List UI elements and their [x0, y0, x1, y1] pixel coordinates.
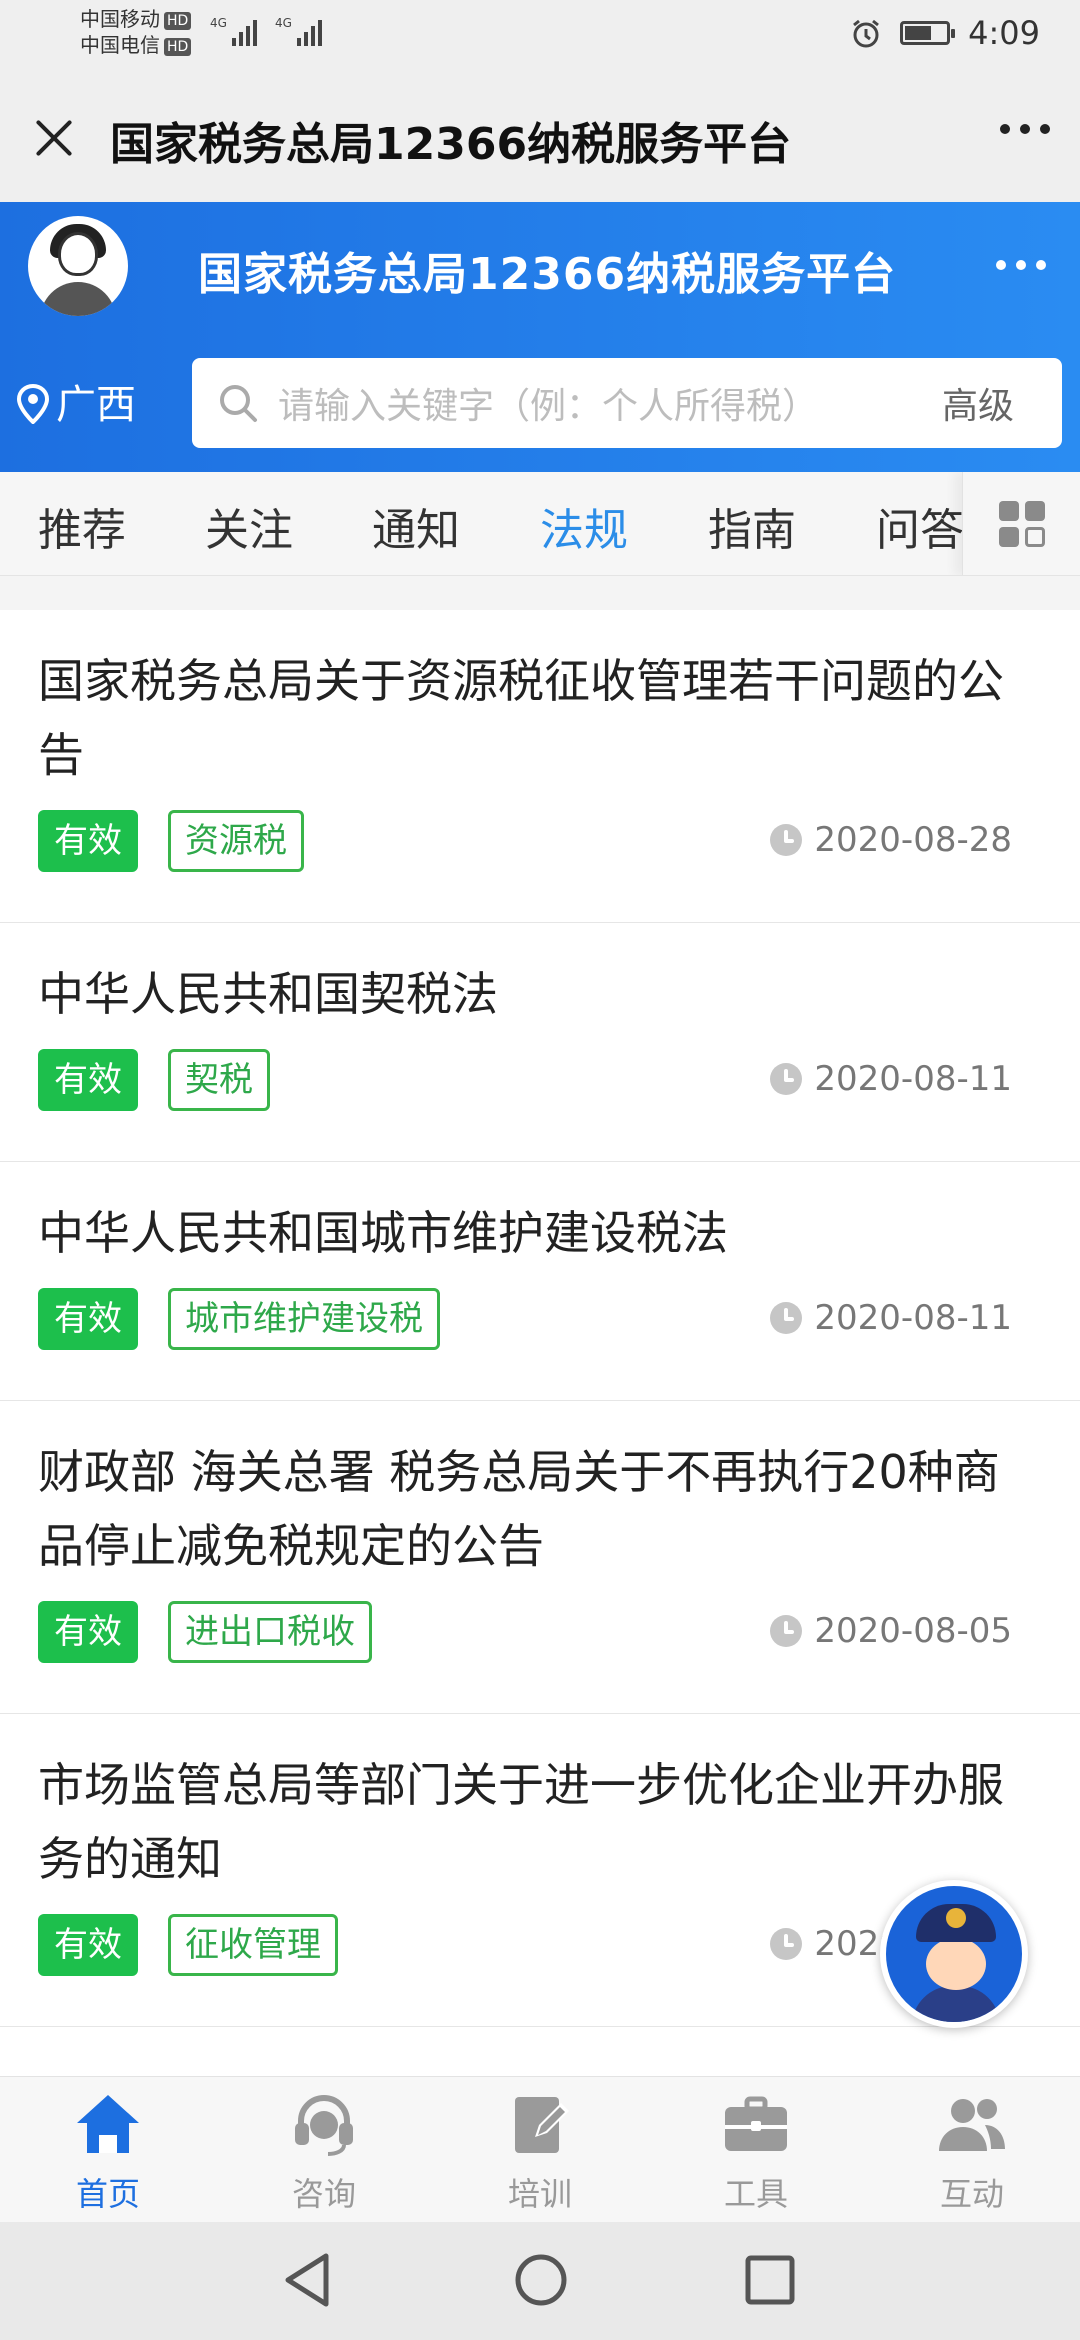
status-badge: 有效: [38, 1049, 138, 1111]
tab-follow[interactable]: 关注: [205, 494, 293, 558]
search-input[interactable]: 请输入关键字（例：个人所得税）: [278, 377, 932, 429]
app-header: 国家税务总局12366纳税服务平台 广西 请输入关键字（例：个人所得税） 高级: [0, 202, 1080, 472]
back-icon[interactable]: [282, 2252, 332, 2308]
tab-qa[interactable]: 问答: [876, 494, 964, 558]
signal-icon: 4G: [210, 16, 257, 46]
tab-recommend[interactable]: 推荐: [38, 494, 126, 558]
item-date: 2020-08-11: [814, 1059, 1012, 1099]
signal-icons: 4G 4G: [210, 16, 322, 46]
hd-badge-2: HD: [164, 37, 192, 56]
tag-badge[interactable]: 城市维护建设税: [168, 1288, 440, 1350]
nav-training[interactable]: 培训: [470, 2091, 610, 2215]
clock-icon: [770, 824, 803, 856]
briefcase-icon: [725, 2096, 787, 2151]
category-tabs: 推荐 关注 通知 法规 指南 问答: [0, 472, 1080, 576]
network-type: 4G: [210, 16, 227, 30]
bottom-nav: 首页 咨询 培训 工具 互动: [0, 2076, 1080, 2222]
clock-icon: [770, 1063, 803, 1095]
list-item[interactable]: 中华人民共和国契税法 有效 契税 2020-08-11: [0, 923, 1080, 1162]
clock-icon: [770, 1928, 803, 1960]
grid-menu-icon[interactable]: [962, 472, 1080, 575]
search-bar[interactable]: 请输入关键字（例：个人所得税） 高级: [192, 358, 1062, 448]
list-item[interactable]: 国家税务总局关于资源税征收管理若干问题的公告 有效 资源税 2020-08-28: [0, 610, 1080, 923]
header-more-icon[interactable]: [996, 260, 1046, 270]
network-type: 4G: [274, 16, 292, 30]
tag-badge[interactable]: 资源税: [168, 810, 304, 872]
nav-label: 培训: [507, 2175, 572, 2213]
clock-time: 4:09: [968, 14, 1040, 52]
alarm-icon: [853, 19, 880, 48]
item-date: 2020-08-05: [814, 1611, 1012, 1651]
nav-interact[interactable]: 互动: [902, 2091, 1042, 2215]
edit-icon: [515, 2097, 569, 2153]
tab-notice[interactable]: 通知: [372, 494, 460, 558]
tab-guide[interactable]: 指南: [708, 494, 796, 558]
hd-badge-1: HD: [164, 11, 192, 30]
clock-icon: [770, 1302, 803, 1334]
headset-icon: [295, 2095, 353, 2156]
home-circle-icon[interactable]: [514, 2252, 568, 2308]
advanced-search-button[interactable]: 高级: [942, 377, 1014, 429]
clock-icon: [770, 1615, 803, 1647]
list-item[interactable]: 中华人民共和国城市维护建设税法 有效 城市维护建设税 2020-08-11: [0, 1162, 1080, 1401]
nav-home[interactable]: 首页: [38, 2091, 178, 2215]
item-date: 2020-08-28: [814, 820, 1012, 860]
item-title[interactable]: 市场监管总局等部门关于进一步优化企业开办服务的通知: [38, 1748, 1042, 1896]
list-item[interactable]: 财政部 海关总署 税务总局关于不再执行20种商品停止减免税规定的公告 有效 进出…: [0, 1401, 1080, 1714]
more-options-icon[interactable]: [1000, 124, 1050, 134]
carrier-2: 中国电信: [80, 33, 160, 57]
location-label: 广西: [56, 382, 136, 428]
title-bar: 国家税务总局12366纳税服务平台: [0, 70, 1080, 202]
nav-label: 咨询: [291, 2175, 356, 2213]
item-title[interactable]: 财政部 海关总署 税务总局关于不再执行20种商品停止减免税规定的公告: [38, 1435, 1042, 1583]
close-icon[interactable]: [30, 114, 78, 162]
battery-icon: [900, 21, 956, 45]
status-badge: 有效: [38, 1601, 138, 1663]
tag-badge[interactable]: 契税: [168, 1049, 270, 1111]
section-divider: [0, 576, 1080, 610]
item-date: 2020-08-11: [814, 1298, 1012, 1338]
window-title: 国家税务总局12366纳税服务平台: [110, 119, 792, 170]
item-title[interactable]: 中华人民共和国契税法: [38, 957, 1042, 1031]
status-badge: 有效: [38, 1288, 138, 1350]
tag-badge[interactable]: 征收管理: [168, 1914, 338, 1976]
nav-label: 首页: [75, 2175, 140, 2213]
status-badge: 有效: [38, 810, 138, 872]
tag-badge[interactable]: 进出口税收: [168, 1601, 372, 1663]
carrier-info: 中国移动 HD 中国电信 HD: [80, 6, 192, 58]
nav-tools[interactable]: 工具: [686, 2091, 826, 2215]
nav-label: 互动: [939, 2175, 1004, 2213]
location-selector[interactable]: 广西: [16, 372, 136, 430]
search-icon: [220, 385, 257, 422]
app-title: 国家税务总局12366纳税服务平台: [198, 249, 897, 300]
home-icon: [77, 2095, 139, 2153]
status-badge: 有效: [38, 1914, 138, 1976]
nav-consult[interactable]: 咨询: [254, 2091, 394, 2215]
status-bar: 中国移动 HD 中国电信 HD 4G 4G 4:09: [0, 0, 1080, 70]
item-title[interactable]: 国家税务总局关于资源税征收管理若干问题的公告: [38, 644, 1042, 792]
users-icon: [939, 2099, 1005, 2151]
nav-label: 工具: [723, 2175, 788, 2213]
location-pin-icon: [16, 383, 50, 425]
tab-regulations[interactable]: 法规: [540, 494, 628, 558]
recents-icon[interactable]: [744, 2252, 796, 2308]
item-title[interactable]: 中华人民共和国城市维护建设税法: [38, 1196, 1042, 1270]
system-nav-bar: [0, 2222, 1080, 2340]
tax-assistant-button[interactable]: [880, 1880, 1028, 2028]
signal-icon: 4G: [275, 16, 322, 46]
avatar[interactable]: [28, 216, 128, 316]
regulation-list: 国家税务总局关于资源税征收管理若干问题的公告 有效 资源税 2020-08-28…: [0, 610, 1080, 2027]
carrier-1: 中国移动: [80, 7, 160, 31]
